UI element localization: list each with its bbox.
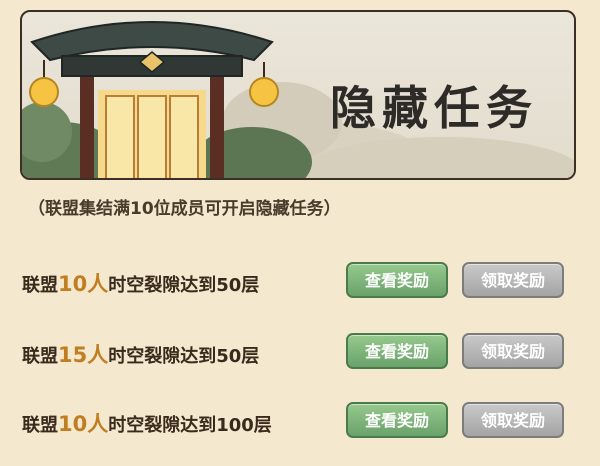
task-description: 联盟10人时空裂隙达到50层 xyxy=(22,268,259,298)
claim-reward-button[interactable]: 领取奖励 xyxy=(462,262,564,298)
hidden-task-panel: 隐藏任务 （联盟集结满10位成员可开启隐藏任务） 联盟10人时空裂隙达到50层 … xyxy=(0,0,600,466)
view-reward-button[interactable]: 查看奖励 xyxy=(346,262,448,298)
view-reward-button[interactable]: 查看奖励 xyxy=(346,402,448,438)
task-prefix: 联盟 xyxy=(22,415,58,436)
task-prefix: 联盟 xyxy=(22,275,58,296)
view-reward-button[interactable]: 查看奖励 xyxy=(346,333,448,369)
task-row: 联盟10人时空裂隙达到50层 查看奖励 领取奖励 xyxy=(22,262,582,302)
task-description: 联盟10人时空裂隙达到100层 xyxy=(22,408,272,438)
claim-reward-button[interactable]: 领取奖励 xyxy=(462,333,564,369)
task-row: 联盟10人时空裂隙达到100层 查看奖励 领取奖励 xyxy=(22,402,582,442)
task-highlight: 10人 xyxy=(58,412,109,436)
unlock-notice: （联盟集结满10位成员可开启隐藏任务） xyxy=(28,199,341,219)
task-row: 联盟15人时空裂隙达到50层 查看奖励 领取奖励 xyxy=(22,333,582,373)
task-suffix: 时空裂隙达到50层 xyxy=(108,275,260,296)
claim-reward-button[interactable]: 领取奖励 xyxy=(462,402,564,438)
task-highlight: 15人 xyxy=(58,343,109,367)
task-suffix: 时空裂隙达到100层 xyxy=(108,415,272,436)
banner: 隐藏任务 xyxy=(20,10,576,180)
banner-title: 隐藏任务 xyxy=(330,81,538,135)
task-description: 联盟15人时空裂隙达到50层 xyxy=(22,339,259,369)
task-highlight: 10人 xyxy=(58,272,109,296)
task-suffix: 时空裂隙达到50层 xyxy=(108,346,260,367)
task-prefix: 联盟 xyxy=(22,346,58,367)
